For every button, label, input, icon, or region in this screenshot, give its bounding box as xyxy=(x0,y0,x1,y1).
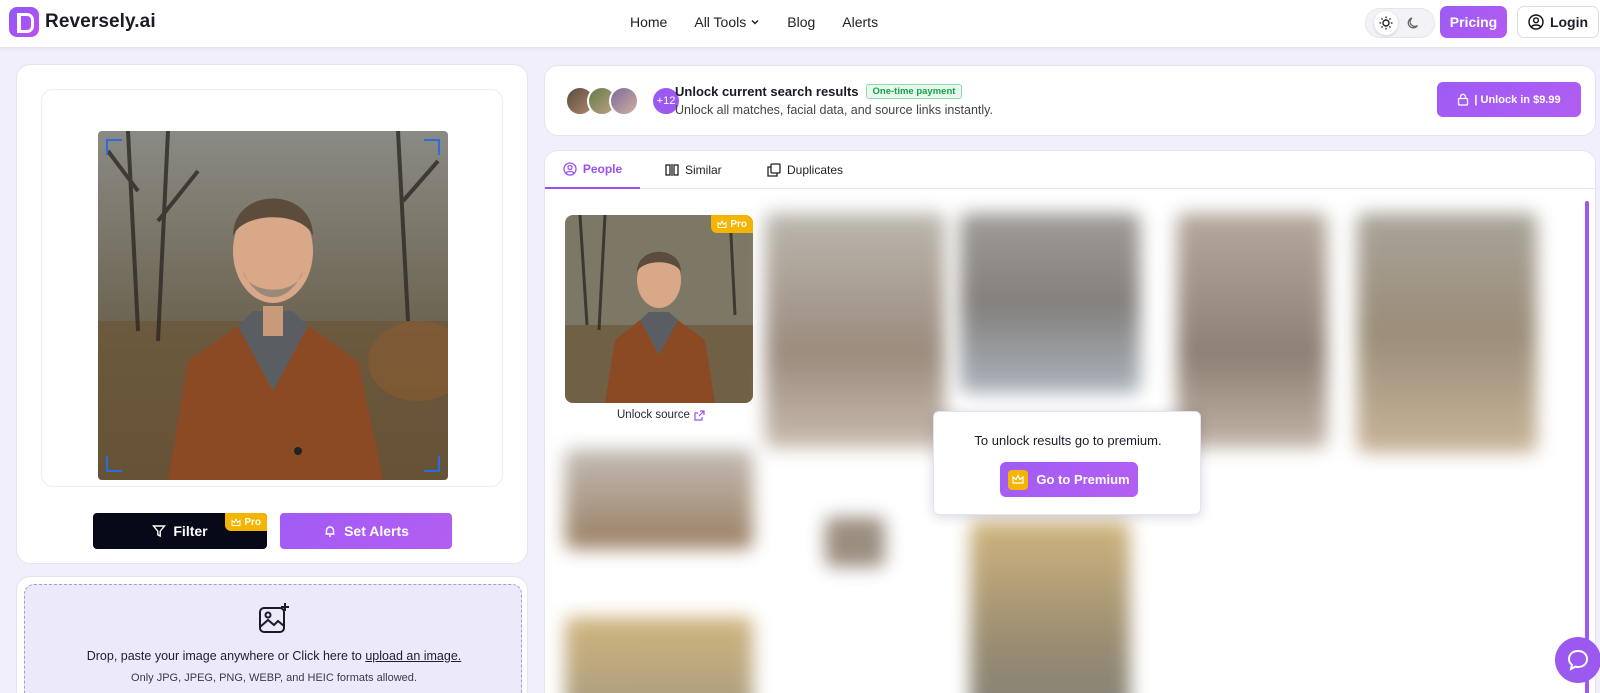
login-button[interactable]: Login xyxy=(1517,6,1599,38)
brand-name: Reversely.ai xyxy=(45,11,156,32)
crop-corner xyxy=(424,456,440,472)
locked-result-thumbnail xyxy=(1357,213,1537,453)
set-alerts-label: Set Alerts xyxy=(344,523,409,539)
premium-upsell-dialog: To unlock results go to premium. Go to P… xyxy=(933,411,1201,515)
nav-blog[interactable]: Blog xyxy=(787,14,815,30)
avatar xyxy=(609,86,639,116)
pro-badge: Pro xyxy=(225,513,267,531)
results-tabs: People Similar Duplicates xyxy=(545,151,1595,189)
unlock-results-button[interactable]: | Unlock in $9.99 xyxy=(1437,82,1581,117)
logo-icon xyxy=(9,7,39,37)
compare-icon xyxy=(665,164,679,176)
crop-corner xyxy=(106,456,122,472)
avatar-stack: +12 xyxy=(565,84,681,118)
add-image-icon xyxy=(259,603,289,633)
unlock-banner: +12 Unlock current search results One-ti… xyxy=(544,65,1596,136)
banner-subtitle: Unlock all matches, facial data, and sou… xyxy=(675,103,993,117)
user-circle-icon xyxy=(1528,14,1544,30)
pro-badge: Pro xyxy=(711,215,753,233)
crown-icon xyxy=(1008,469,1029,490)
drop-instructions: Drop, paste your image anywhere or Click… xyxy=(86,649,462,663)
locked-result-thumbnail xyxy=(765,213,945,448)
crown-icon xyxy=(717,219,727,228)
chevron-down-icon xyxy=(751,19,759,25)
locked-result-thumbnail xyxy=(565,617,753,693)
nav-all-tools[interactable]: All Tools xyxy=(694,14,760,30)
external-link-icon xyxy=(694,409,705,421)
tab-duplicates[interactable]: Duplicates xyxy=(767,151,843,189)
main-nav: Home All Tools Blog Alerts xyxy=(630,14,878,30)
image-drop-zone[interactable]: Drop, paste your image anywhere or Click… xyxy=(24,584,522,693)
brand-logo[interactable]: Reversely.ai xyxy=(9,7,156,37)
top-navigation-bar: Reversely.ai Home All Tools Blog Alerts … xyxy=(0,0,1600,48)
dark-mode-button[interactable] xyxy=(1402,11,1426,35)
sun-icon xyxy=(1379,16,1393,30)
set-alerts-button[interactable]: Set Alerts xyxy=(280,513,452,549)
locked-result-thumbnail xyxy=(565,449,753,549)
search-results-panel: People Similar Duplicates Pro Unlock sou… xyxy=(544,150,1596,693)
nav-home[interactable]: Home xyxy=(630,14,667,30)
results-scrollbar[interactable] xyxy=(1585,201,1589,693)
locked-result-thumbnail xyxy=(960,213,1140,393)
premium-message: To unlock results go to premium. xyxy=(974,433,1162,448)
upload-link[interactable]: upload an image. xyxy=(365,649,461,663)
light-mode-button[interactable] xyxy=(1374,11,1398,35)
tab-similar[interactable]: Similar xyxy=(665,151,722,189)
pricing-button[interactable]: Pricing xyxy=(1440,6,1507,38)
crown-icon xyxy=(231,517,241,526)
nav-alerts[interactable]: Alerts xyxy=(842,14,878,30)
result-thumbnail[interactable]: Pro xyxy=(565,215,753,403)
chat-icon xyxy=(1567,649,1589,671)
theme-toggle[interactable] xyxy=(1365,8,1435,38)
nav-all-tools-label: All Tools xyxy=(694,14,747,30)
moon-icon xyxy=(1407,17,1419,29)
login-label: Login xyxy=(1549,14,1589,30)
go-to-premium-button[interactable]: Go to Premium xyxy=(1000,462,1138,497)
locked-result-thumbnail xyxy=(825,517,885,567)
one-time-payment-badge: One-time payment xyxy=(865,84,963,99)
filter-button[interactable]: Filter Pro xyxy=(93,513,267,549)
filter-label: Filter xyxy=(173,523,208,539)
uploaded-photo xyxy=(98,131,448,480)
user-circle-icon xyxy=(563,162,577,176)
allowed-formats: Only JPG, JPEG, PNG, WEBP, and HEIC form… xyxy=(131,672,417,684)
unlock-source-link[interactable]: Unlock source xyxy=(617,409,705,421)
locked-result-thumbnail xyxy=(970,521,1130,693)
crop-corner xyxy=(106,139,122,155)
photo-frame xyxy=(41,89,503,487)
upload-card: Drop, paste your image anywhere or Click… xyxy=(16,576,528,693)
bell-icon xyxy=(325,526,335,537)
copy-icon xyxy=(767,163,781,177)
chat-support-button[interactable] xyxy=(1555,637,1600,683)
tab-people[interactable]: People xyxy=(545,151,640,189)
uploaded-image-panel: Filter Pro Set Alerts xyxy=(16,64,528,564)
crop-corner xyxy=(424,139,440,155)
filter-icon xyxy=(152,525,167,538)
banner-title: Unlock current search results One-time p… xyxy=(675,84,963,99)
lock-icon xyxy=(1458,93,1469,106)
